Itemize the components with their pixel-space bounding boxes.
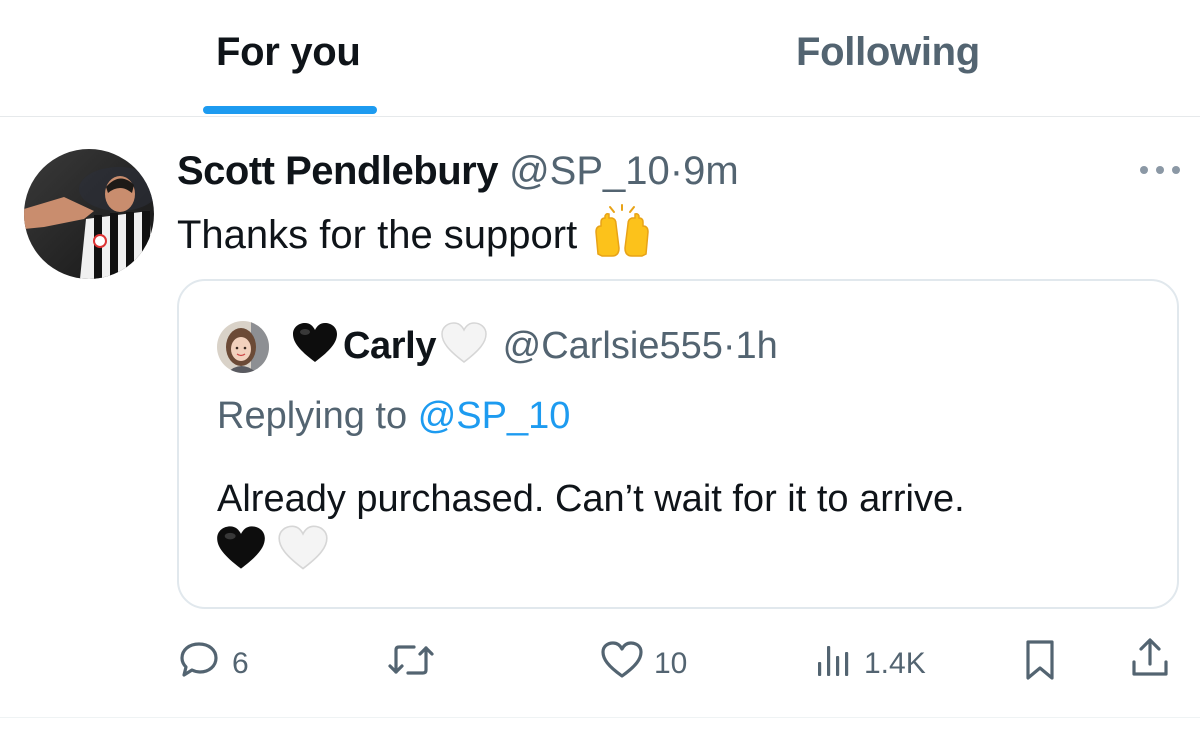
views-count: 1.4K: [864, 647, 926, 680]
quote-header: Carly @Carlsie555·1h: [287, 322, 778, 376]
tab-for-you[interactable]: For you: [216, 30, 361, 75]
tab-following[interactable]: Following: [796, 30, 980, 75]
bookmark-icon: [1020, 638, 1060, 690]
reply-icon: [178, 640, 222, 688]
views-bar-chart-icon: [814, 640, 854, 688]
black-heart-icon: [215, 525, 267, 576]
reply-button[interactable]: 6: [178, 640, 249, 688]
quoted-tweet-card[interactable]: Carly @Carlsie555·1h Replying to @SP_10 …: [177, 279, 1179, 609]
replying-to: Replying to @SP_10: [217, 395, 570, 438]
author-name[interactable]: Scott Pendlebury: [177, 149, 498, 193]
tweet-text-content: Thanks for the support: [177, 213, 578, 257]
share-button[interactable]: [1128, 636, 1172, 688]
tweet-actions: 6 10 1.4K: [0, 630, 1200, 690]
divider: [0, 717, 1200, 718]
white-heart-icon: [277, 525, 329, 576]
tweet-text: Thanks for the support: [177, 204, 652, 270]
quote-author-handle[interactable]: @Carlsie555: [503, 325, 723, 367]
separator-dot: ·: [669, 149, 684, 193]
views-button[interactable]: 1.4K: [814, 640, 926, 688]
tweet-timestamp[interactable]: 9m: [683, 149, 739, 193]
quote-separator-dot: ·: [722, 325, 736, 367]
replying-to-label: Replying to: [217, 395, 408, 437]
timeline-tabs: For you Following: [0, 0, 1200, 117]
quote-author-name[interactable]: Carly: [343, 325, 436, 367]
quote-text: Already purchased. Can’t wait for it to …: [217, 478, 965, 520]
replying-to-handle[interactable]: @SP_10: [418, 395, 571, 437]
black-heart-icon: [291, 322, 339, 376]
raising-hands-icon: [592, 204, 652, 270]
more-options-icon[interactable]: [1136, 160, 1184, 180]
quote-timestamp[interactable]: 1h: [736, 325, 778, 367]
reply-count: 6: [232, 647, 249, 680]
tweet-header: Scott Pendlebury @SP_10·9m: [177, 148, 739, 194]
like-heart-icon: [600, 640, 644, 688]
like-count: 10: [654, 647, 688, 680]
white-heart-icon: [440, 322, 488, 376]
author-avatar[interactable]: [24, 149, 154, 279]
bookmark-button[interactable]: [1020, 638, 1060, 690]
retweet-icon: [386, 640, 436, 688]
quote-trailing-hearts: [215, 525, 329, 576]
retweet-button[interactable]: [386, 640, 436, 688]
like-button[interactable]: 10: [600, 640, 687, 688]
share-icon: [1128, 636, 1172, 688]
author-handle[interactable]: @SP_10: [509, 149, 670, 193]
quote-author-avatar[interactable]: [217, 321, 269, 373]
active-tab-indicator: [203, 106, 377, 114]
